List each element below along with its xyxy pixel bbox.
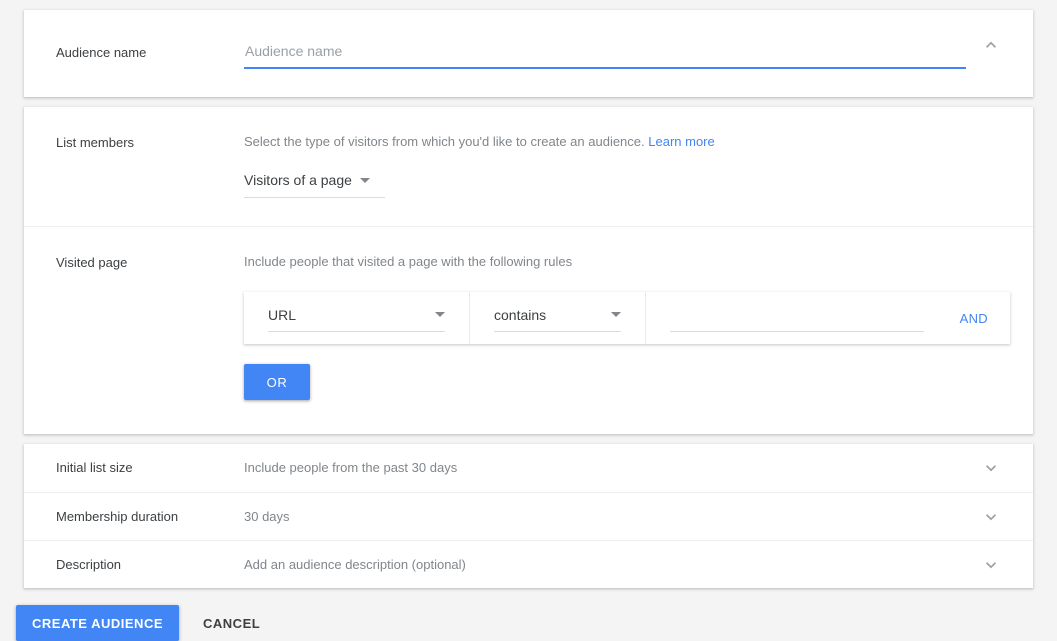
description-summary-wrap: Add an audience description (optional): [244, 556, 973, 574]
rule-field-value: URL: [268, 305, 296, 325]
rule-value-inner: [670, 305, 924, 332]
audience-name-card: Audience name Audience name: [24, 10, 1033, 97]
audience-settings-card: Initial list size Include people from th…: [24, 444, 1033, 588]
cancel-button[interactable]: CANCEL: [187, 605, 276, 641]
description-expand[interactable]: [973, 555, 1009, 575]
audience-name-input[interactable]: Audience name: [244, 35, 966, 69]
rule-value-input[interactable]: [645, 292, 948, 344]
visited-page-label: Visited page: [32, 253, 244, 272]
visited-page-row: Visited page Include people that visited…: [24, 226, 1033, 434]
audience-definition-card: List members Select the type of visitors…: [24, 107, 1033, 434]
initial-list-size-expand[interactable]: [973, 458, 1009, 478]
list-members-type-value: Visitors of a page: [244, 170, 352, 190]
list-members-helper-text: Select the type of visitors from which y…: [244, 134, 645, 149]
and-button[interactable]: AND: [960, 311, 988, 326]
visited-page-content: Include people that visited a page with …: [244, 253, 973, 400]
audience-name-label: Audience name: [32, 35, 244, 62]
initial-list-size-row[interactable]: Initial list size Include people from th…: [24, 444, 1033, 492]
chevron-down-icon[interactable]: [981, 458, 1001, 478]
list-members-type-select[interactable]: Visitors of a page: [244, 170, 385, 198]
membership-duration-summary-wrap: 30 days: [244, 508, 973, 526]
rule-field-inner: URL: [268, 305, 445, 332]
membership-duration-expand[interactable]: [973, 507, 1009, 527]
chevron-up-icon[interactable]: [981, 35, 1001, 55]
description-row[interactable]: Description Add an audience description …: [24, 540, 1033, 588]
create-audience-button[interactable]: CREATE AUDIENCE: [16, 605, 179, 641]
or-button[interactable]: OR: [244, 364, 310, 400]
caret-down-icon: [611, 312, 621, 317]
initial-list-size-summary: Include people from the past 30 days: [244, 460, 457, 475]
list-members-helper: Select the type of visitors from which y…: [244, 133, 973, 151]
rule-operator-inner: contains: [494, 305, 621, 332]
audience-name-focus-underline: [244, 67, 966, 69]
description-label: Description: [32, 556, 244, 574]
chevron-down-icon[interactable]: [981, 507, 1001, 527]
rule-row: URL contains: [244, 292, 1010, 344]
learn-more-link[interactable]: Learn more: [648, 134, 714, 149]
rule-operator-select[interactable]: contains: [469, 292, 645, 344]
initial-list-size-summary-wrap: Include people from the past 30 days: [244, 459, 973, 477]
visited-page-helper: Include people that visited a page with …: [244, 253, 973, 271]
list-members-label: List members: [32, 133, 244, 152]
form-actions: CREATE AUDIENCE CANCEL: [0, 588, 1057, 641]
rule-field-select[interactable]: URL: [244, 292, 469, 344]
membership-duration-label: Membership duration: [32, 508, 244, 526]
initial-list-size-label: Initial list size: [32, 459, 244, 477]
caret-down-icon: [360, 178, 370, 183]
rule-and-wrap: AND: [948, 292, 1010, 344]
audience-name-field-wrap: Audience name: [244, 35, 973, 69]
caret-down-icon: [435, 312, 445, 317]
chevron-down-icon[interactable]: [981, 555, 1001, 575]
list-members-row: List members Select the type of visitors…: [24, 107, 1033, 226]
description-summary: Add an audience description (optional): [244, 557, 466, 572]
membership-duration-summary: 30 days: [244, 509, 290, 524]
membership-duration-row[interactable]: Membership duration 30 days: [24, 492, 1033, 540]
audience-name-row: Audience name Audience name: [24, 10, 1033, 97]
rule-operator-value: contains: [494, 305, 546, 325]
audience-name-collapse-wrap[interactable]: [973, 35, 1009, 55]
audience-name-placeholder: Audience name: [244, 35, 966, 61]
list-members-content: Select the type of visitors from which y…: [244, 133, 973, 198]
create-audience-page: Audience name Audience name List members: [0, 10, 1057, 626]
